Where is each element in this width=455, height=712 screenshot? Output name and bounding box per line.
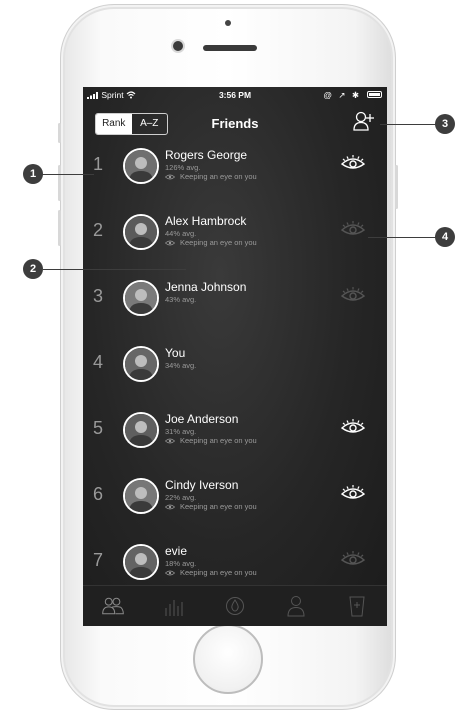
nav-header: Rank A–Z Friends [83,105,387,139]
watching-status-text: Keeping an eye on you [180,436,257,445]
friend-row[interactable]: 6 Cindy Iverson 22% avg. Keeping an eye on … [83,472,387,538]
avatar[interactable] [123,148,159,184]
small-eye-icon [164,570,176,576]
drop-icon [225,597,244,615]
watching-status: Keeping an eye on you [164,172,257,181]
friend-name: Cindy Iverson [165,478,239,492]
front-camera [173,41,183,51]
callout-4: 4 [435,227,455,247]
friend-name: You [165,346,186,360]
status-bar: Sprint 3:56 PM @ ↗ ✱ [83,87,387,103]
watch-toggle-eye-icon[interactable] [341,154,365,170]
tab-bar [83,585,387,626]
watching-status: Keeping an eye on you [164,568,257,577]
friends-icon [102,597,125,615]
watch-toggle-eye-icon[interactable] [341,550,365,566]
avatar[interactable] [123,346,159,382]
volume-down-button [58,210,61,246]
friend-rank: 4 [93,352,104,372]
battery-icon [367,91,382,98]
watching-status-text: Keeping an eye on you [180,568,257,577]
watching-status-text: Keeping an eye on you [180,502,257,511]
friend-average: 31% avg. [165,427,197,436]
friend-row[interactable]: 3 Jenna Johnson 43% avg. [83,274,387,340]
watching-status-text: Keeping an eye on you [180,172,257,181]
watching-status: Keeping an eye on you [164,238,257,247]
profile-icon [287,596,305,617]
avatar-photo-icon [125,282,157,314]
friend-average: 22% avg. [165,493,197,502]
callout-3: 3 [435,114,455,134]
avatar-photo-icon [125,546,157,578]
callout-2-leader [43,269,186,270]
small-eye-icon [164,240,176,246]
callout-1-leader [39,174,94,175]
friend-name: Joe Anderson [165,412,239,426]
avatar[interactable] [123,544,159,580]
friend-row[interactable]: 2 Alex Hambrock 44% avg. Keeping an eye on … [83,208,387,274]
app-screen: Sprint 3:56 PM @ ↗ ✱ Rank A–Z Friends 1 R… [83,87,387,626]
avatar-photo-icon [125,480,157,512]
proximity-sensor [225,20,231,26]
tab-add-drink[interactable] [345,594,369,618]
mute-switch [58,123,61,143]
callout-3-leader [380,124,440,125]
callout-2: 2 [23,259,43,279]
friend-rank: 5 [93,418,104,438]
friend-rank: 3 [93,286,104,306]
friend-average: 44% avg. [165,229,197,238]
bars-icon [165,600,183,616]
watch-toggle-eye-icon[interactable] [341,220,365,236]
watching-status-text: Keeping an eye on you [180,238,257,247]
friend-rank: 1 [93,154,104,174]
friend-average: 34% avg. [165,361,197,370]
avatar-photo-icon [125,216,157,248]
avatar[interactable] [123,214,159,250]
avatar-photo-icon [125,414,157,446]
tab-friends[interactable] [101,594,125,618]
volume-up-button [58,165,61,201]
tab-drink[interactable] [223,594,247,618]
power-button [395,165,398,209]
friend-row[interactable]: 4 You 34% avg. [83,340,387,406]
callout-4-leader [368,237,438,238]
home-button[interactable] [193,624,263,694]
watch-toggle-eye-icon[interactable] [341,418,365,434]
avatar-photo-icon [125,150,157,182]
friend-average: 126% avg. [165,163,201,172]
friend-average: 43% avg. [165,295,197,304]
friend-average: 18% avg. [165,559,197,568]
friend-name: Alex Hambrock [165,214,247,228]
avatar[interactable] [123,478,159,514]
add-glass-icon [349,596,365,617]
friend-name: Jenna Johnson [165,280,247,294]
watching-status: Keeping an eye on you [164,502,257,511]
page-title: Friends [211,116,259,131]
friend-rank: 6 [93,484,104,504]
friend-row[interactable]: 1 Rogers George 126% avg. Keeping an eye on… [83,142,387,208]
earpiece-speaker [203,45,257,51]
watch-toggle-eye-icon[interactable] [341,286,365,302]
small-eye-icon [164,174,176,180]
friend-name: Rogers George [165,148,248,162]
friend-name: evie [165,544,188,558]
watching-status: Keeping an eye on you [164,436,257,445]
avatar[interactable] [123,412,159,448]
avatar[interactable] [123,280,159,316]
tab-profile[interactable] [284,594,308,618]
status-icons: @ ↗ ✱ [323,90,361,100]
watch-toggle-eye-icon[interactable] [341,484,365,500]
friend-row[interactable]: 5 Joe Anderson 31% avg. Keeping an eye on y… [83,406,387,472]
friend-rank: 2 [93,220,104,240]
small-eye-icon [164,438,176,444]
callout-1: 1 [23,164,43,184]
small-eye-icon [164,504,176,510]
friend-rank: 7 [93,550,104,570]
tab-stats[interactable] [162,594,186,618]
add-friend-icon[interactable] [353,110,375,134]
avatar-photo-icon [125,348,157,380]
